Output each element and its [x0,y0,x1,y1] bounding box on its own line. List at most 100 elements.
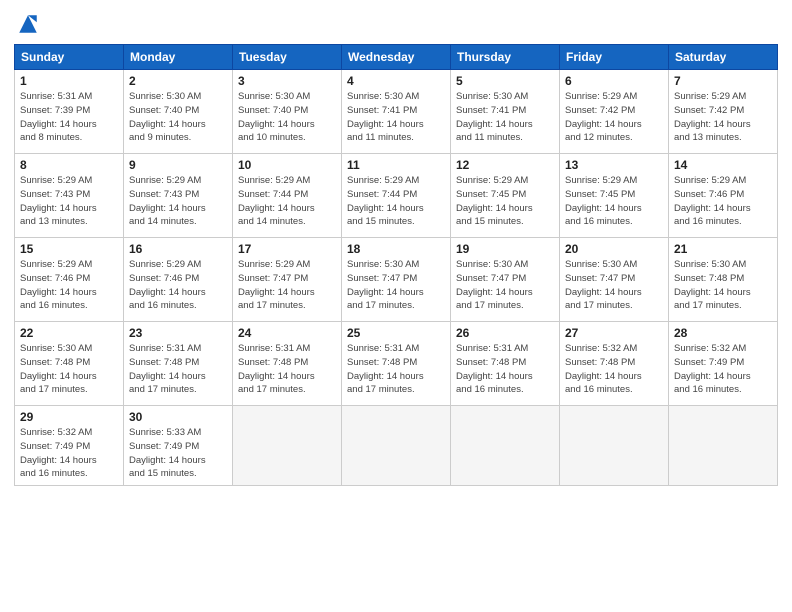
day-number: 13 [565,158,663,172]
day-number: 16 [129,242,227,256]
day-number: 25 [347,326,445,340]
day-info: Sunrise: 5:29 AMSunset: 7:43 PMDaylight:… [20,174,118,229]
calendar-cell [560,406,669,486]
calendar-cell [451,406,560,486]
calendar-cell: 15 Sunrise: 5:29 AMSunset: 7:46 PMDayligh… [15,238,124,322]
weekday-header-thursday: Thursday [451,45,560,70]
calendar-cell: 5 Sunrise: 5:30 AMSunset: 7:41 PMDaylight… [451,70,560,154]
calendar-cell: 20 Sunrise: 5:30 AMSunset: 7:47 PMDayligh… [560,238,669,322]
day-info: Sunrise: 5:31 AMSunset: 7:48 PMDaylight:… [129,342,227,397]
day-info: Sunrise: 5:30 AMSunset: 7:47 PMDaylight:… [456,258,554,313]
day-info: Sunrise: 5:31 AMSunset: 7:39 PMDaylight:… [20,90,118,145]
weekday-header-wednesday: Wednesday [342,45,451,70]
calendar-cell [669,406,778,486]
day-info: Sunrise: 5:31 AMSunset: 7:48 PMDaylight:… [456,342,554,397]
day-info: Sunrise: 5:30 AMSunset: 7:40 PMDaylight:… [238,90,336,145]
day-number: 30 [129,410,227,424]
day-info: Sunrise: 5:33 AMSunset: 7:49 PMDaylight:… [129,426,227,481]
logo [14,10,46,38]
week-row-3: 15 Sunrise: 5:29 AMSunset: 7:46 PMDayligh… [15,238,778,322]
weekday-header-row: SundayMondayTuesdayWednesdayThursdayFrid… [15,45,778,70]
calendar-cell: 14 Sunrise: 5:29 AMSunset: 7:46 PMDayligh… [669,154,778,238]
calendar-cell: 23 Sunrise: 5:31 AMSunset: 7:48 PMDayligh… [124,322,233,406]
day-info: Sunrise: 5:30 AMSunset: 7:47 PMDaylight:… [565,258,663,313]
calendar-cell: 11 Sunrise: 5:29 AMSunset: 7:44 PMDayligh… [342,154,451,238]
day-number: 18 [347,242,445,256]
day-info: Sunrise: 5:29 AMSunset: 7:45 PMDaylight:… [456,174,554,229]
day-number: 28 [674,326,772,340]
day-number: 15 [20,242,118,256]
day-number: 12 [456,158,554,172]
day-info: Sunrise: 5:29 AMSunset: 7:46 PMDaylight:… [20,258,118,313]
calendar-cell [233,406,342,486]
day-number: 19 [456,242,554,256]
weekday-header-sunday: Sunday [15,45,124,70]
calendar-cell: 19 Sunrise: 5:30 AMSunset: 7:47 PMDayligh… [451,238,560,322]
day-info: Sunrise: 5:29 AMSunset: 7:47 PMDaylight:… [238,258,336,313]
day-info: Sunrise: 5:29 AMSunset: 7:43 PMDaylight:… [129,174,227,229]
day-info: Sunrise: 5:30 AMSunset: 7:41 PMDaylight:… [456,90,554,145]
calendar-page: SundayMondayTuesdayWednesdayThursdayFrid… [0,0,792,612]
calendar-cell: 3 Sunrise: 5:30 AMSunset: 7:40 PMDaylight… [233,70,342,154]
day-info: Sunrise: 5:29 AMSunset: 7:44 PMDaylight:… [238,174,336,229]
day-info: Sunrise: 5:30 AMSunset: 7:48 PMDaylight:… [20,342,118,397]
day-info: Sunrise: 5:29 AMSunset: 7:42 PMDaylight:… [674,90,772,145]
calendar-cell: 28 Sunrise: 5:32 AMSunset: 7:49 PMDayligh… [669,322,778,406]
day-number: 7 [674,74,772,88]
day-number: 29 [20,410,118,424]
day-info: Sunrise: 5:29 AMSunset: 7:46 PMDaylight:… [674,174,772,229]
day-number: 22 [20,326,118,340]
calendar-cell: 21 Sunrise: 5:30 AMSunset: 7:48 PMDayligh… [669,238,778,322]
day-number: 20 [565,242,663,256]
calendar-cell: 26Sunrise: 5:31 AMSunset: 7:48 PMDayligh… [451,322,560,406]
calendar-cell: 1 Sunrise: 5:31 AMSunset: 7:39 PMDaylight… [15,70,124,154]
weekday-header-monday: Monday [124,45,233,70]
day-info: Sunrise: 5:32 AMSunset: 7:49 PMDaylight:… [20,426,118,481]
day-info: Sunrise: 5:29 AMSunset: 7:42 PMDaylight:… [565,90,663,145]
day-number: 24 [238,326,336,340]
day-number: 6 [565,74,663,88]
calendar-cell: 7 Sunrise: 5:29 AMSunset: 7:42 PMDaylight… [669,70,778,154]
day-number: 1 [20,74,118,88]
header [14,10,778,38]
day-number: 5 [456,74,554,88]
day-info: Sunrise: 5:29 AMSunset: 7:44 PMDaylight:… [347,174,445,229]
calendar-cell: 16Sunrise: 5:29 AMSunset: 7:46 PMDayligh… [124,238,233,322]
day-number: 9 [129,158,227,172]
calendar-cell: 25 Sunrise: 5:31 AMSunset: 7:48 PMDayligh… [342,322,451,406]
calendar-table: SundayMondayTuesdayWednesdayThursdayFrid… [14,44,778,486]
day-number: 11 [347,158,445,172]
calendar-cell: 18Sunrise: 5:30 AMSunset: 7:47 PMDayligh… [342,238,451,322]
day-info: Sunrise: 5:30 AMSunset: 7:40 PMDaylight:… [129,90,227,145]
calendar-cell: 30 Sunrise: 5:33 AMSunset: 7:49 PMDayligh… [124,406,233,486]
calendar-cell: 9 Sunrise: 5:29 AMSunset: 7:43 PMDaylight… [124,154,233,238]
weekday-header-saturday: Saturday [669,45,778,70]
day-info: Sunrise: 5:31 AMSunset: 7:48 PMDaylight:… [347,342,445,397]
day-number: 4 [347,74,445,88]
day-number: 2 [129,74,227,88]
day-number: 27 [565,326,663,340]
week-row-5: 29 Sunrise: 5:32 AMSunset: 7:49 PMDayligh… [15,406,778,486]
calendar-cell: 13Sunrise: 5:29 AMSunset: 7:45 PMDayligh… [560,154,669,238]
day-number: 3 [238,74,336,88]
day-info: Sunrise: 5:30 AMSunset: 7:48 PMDaylight:… [674,258,772,313]
day-number: 21 [674,242,772,256]
calendar-cell: 12 Sunrise: 5:29 AMSunset: 7:45 PMDayligh… [451,154,560,238]
calendar-cell: 4Sunrise: 5:30 AMSunset: 7:41 PMDaylight… [342,70,451,154]
day-number: 14 [674,158,772,172]
logo-icon [14,10,42,38]
day-number: 10 [238,158,336,172]
calendar-cell [342,406,451,486]
calendar-cell: 27 Sunrise: 5:32 AMSunset: 7:48 PMDayligh… [560,322,669,406]
calendar-cell: 29 Sunrise: 5:32 AMSunset: 7:49 PMDayligh… [15,406,124,486]
day-info: Sunrise: 5:32 AMSunset: 7:48 PMDaylight:… [565,342,663,397]
calendar-cell: 2 Sunrise: 5:30 AMSunset: 7:40 PMDaylight… [124,70,233,154]
weekday-header-friday: Friday [560,45,669,70]
day-number: 23 [129,326,227,340]
calendar-cell: 22 Sunrise: 5:30 AMSunset: 7:48 PMDayligh… [15,322,124,406]
day-info: Sunrise: 5:31 AMSunset: 7:48 PMDaylight:… [238,342,336,397]
calendar-cell: 24 Sunrise: 5:31 AMSunset: 7:48 PMDayligh… [233,322,342,406]
day-info: Sunrise: 5:32 AMSunset: 7:49 PMDaylight:… [674,342,772,397]
calendar-cell: 17 Sunrise: 5:29 AMSunset: 7:47 PMDayligh… [233,238,342,322]
day-number: 17 [238,242,336,256]
